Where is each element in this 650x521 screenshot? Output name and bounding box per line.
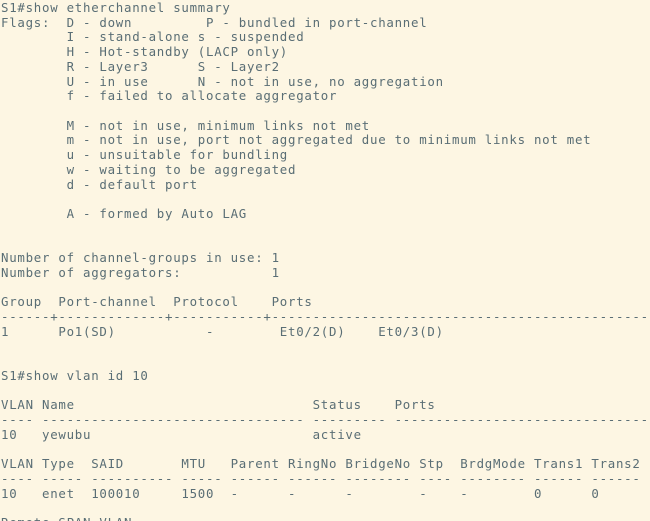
terminal-line: m - not in use, port not aggregated due … xyxy=(1,132,592,148)
terminal-line: R - Layer3 S - Layer2 xyxy=(1,58,280,74)
terminal-line: 10 yewubu active xyxy=(1,426,362,442)
terminal-line: S1#show vlan id 10 xyxy=(1,367,149,383)
terminal-line: 1 Po1(SD) - Et0/2(D) Et0/3(D) xyxy=(1,323,444,339)
terminal-line: VLAN Type SAID MTU Parent RingNo BridgeN… xyxy=(1,456,641,472)
terminal-line: S1#show etherchannel summary xyxy=(1,0,231,15)
terminal-line: f - failed to allocate aggregator xyxy=(1,88,338,104)
terminal-line: u - unsuitable for bundling xyxy=(1,147,288,163)
terminal-output-pane[interactable]: S1#show etherchannel summary Flags: D - d… xyxy=(0,0,650,521)
terminal-line: Number of aggregators: 1 xyxy=(1,264,280,280)
terminal-line: ---- -------------------------------- --… xyxy=(1,412,649,428)
terminal-line: Remote SPAN VLAN xyxy=(1,515,650,521)
terminal-line: ------+-------------+-----------+-------… xyxy=(1,309,650,325)
terminal-line: 10 enet 100010 1500 - - - - - 0 0 xyxy=(1,485,600,501)
terminal-line: M - not in use, minimum links not met xyxy=(1,117,370,133)
terminal-line: H - Hot-standby (LACP only) xyxy=(1,44,288,60)
terminal-line: d - default port xyxy=(1,176,198,192)
terminal-line: Group Port-channel Protocol Ports xyxy=(1,294,313,310)
terminal-line: VLAN Name Status Ports xyxy=(1,397,436,413)
terminal-line: I - stand-alone s - suspended xyxy=(1,29,305,45)
terminal-line: ---- ----- ---------- ----- ------ -----… xyxy=(1,471,641,486)
terminal-line: Flags: D - down P - bundled in port-chan… xyxy=(1,14,428,30)
terminal-line: U - in use N - not in use, no aggregatio… xyxy=(1,73,444,89)
terminal-line: w - waiting to be aggregated xyxy=(1,161,297,177)
terminal-line: A - formed by Auto LAG xyxy=(1,206,247,222)
terminal-line: Number of channel-groups in use: 1 xyxy=(1,250,280,266)
